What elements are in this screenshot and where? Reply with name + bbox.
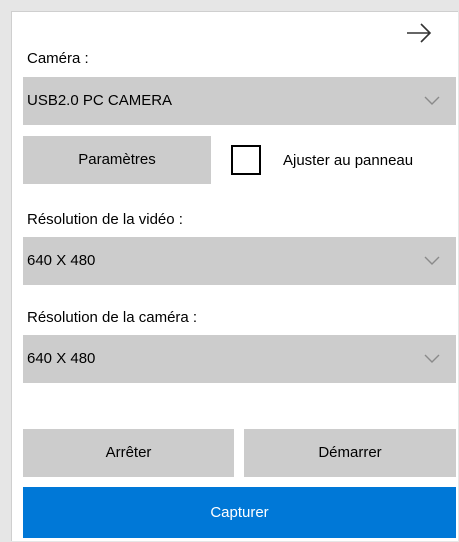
video-resolution-value: 640 X 480 [27,252,96,269]
video-resolution-label: Résolution de la vidéo : [27,211,183,228]
camera-label: Caméra : [27,50,89,67]
arrow-right-icon[interactable] [405,22,433,44]
camera-select-value: USB2.0 PC CAMERA [27,92,173,109]
fit-to-panel-label: Ajuster au panneau [283,152,414,169]
chevron-down-icon [424,354,440,363]
camera-resolution-value: 640 X 480 [27,350,96,367]
camera-select[interactable]: USB2.0 PC CAMERA [23,77,456,125]
camera-resolution-label: Résolution de la caméra : [27,309,198,326]
stop-button-label: Arrêter [105,444,152,461]
camera-resolution-select[interactable]: 640 X 480 [23,335,456,383]
capture-button-label: Capturer [210,504,269,521]
start-button-label: Démarrer [318,444,382,461]
parameters-button[interactable]: Paramètres [23,136,211,184]
capture-button[interactable]: Capturer [23,487,456,538]
chevron-down-icon [424,256,440,265]
start-button[interactable]: Démarrer [244,429,456,477]
fit-to-panel-checkbox[interactable] [231,145,261,175]
stop-button[interactable]: Arrêter [23,429,234,477]
video-resolution-select[interactable]: 640 X 480 [23,237,456,285]
parameters-button-label: Paramètres [78,151,156,168]
chevron-down-icon [424,96,440,105]
